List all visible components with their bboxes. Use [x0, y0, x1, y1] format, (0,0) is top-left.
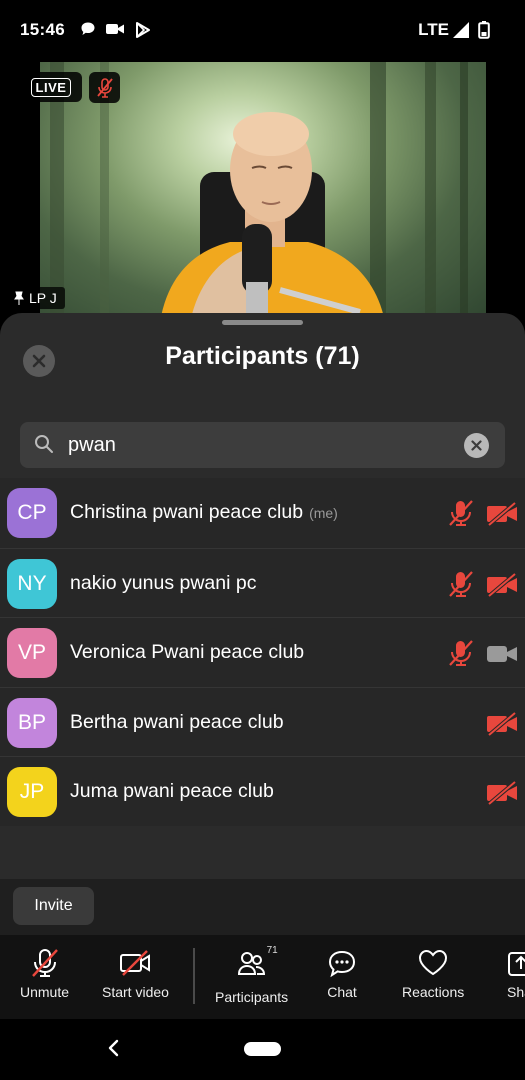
- participant-row[interactable]: CP Christina pwani peace club (me): [0, 478, 525, 548]
- avatar: BP: [7, 697, 57, 748]
- toolbar-divider: [193, 948, 195, 1004]
- me-tag: (me): [309, 505, 338, 521]
- participants-button[interactable]: 71 Participants: [215, 945, 289, 1005]
- speaker-muted-badge: [89, 72, 120, 103]
- share-label: Sha: [507, 984, 525, 1000]
- participant-name: Bertha pwani peace club: [70, 710, 284, 733]
- drag-handle[interactable]: [222, 320, 303, 325]
- mic-off-icon: [449, 500, 473, 526]
- live-badge: LIVE: [20, 72, 82, 102]
- speaker-name: LP J: [29, 290, 57, 306]
- chat-label: Chat: [327, 984, 357, 1000]
- battery-icon: [478, 21, 490, 39]
- mic-off-icon: [449, 570, 473, 597]
- participant-name: Juma pwani peace club: [70, 780, 274, 802]
- participants-icon-wrap: 71: [237, 945, 278, 984]
- participant-row[interactable]: JP Juma pwani peace club: [0, 756, 525, 826]
- system-nav-bar: [0, 1019, 525, 1080]
- mic-off-icon: [96, 77, 113, 98]
- participants-icon: [237, 952, 265, 975]
- participant-name: nakio yunus pwani pc: [70, 571, 257, 594]
- chat-button[interactable]: Chat: [327, 947, 357, 1000]
- participant-row[interactable]: NY nakio yunus pwani pc: [0, 547, 525, 617]
- start-video-label: Start video: [102, 984, 169, 1000]
- network-type: LTE: [418, 20, 449, 39]
- participant-row[interactable]: VP Veronica Pwani peace club: [0, 617, 525, 687]
- signal-icon: [453, 22, 469, 38]
- live-label: LIVE: [30, 77, 72, 97]
- heart-icon: [419, 949, 448, 976]
- video-off-icon: [487, 781, 517, 805]
- sheet-title: Participants (71): [165, 342, 360, 370]
- participant-name-text: Christina pwani peace club: [70, 501, 304, 523]
- video-off-icon: [487, 711, 517, 736]
- video-on-icon: [487, 646, 517, 662]
- video-off-icon: [120, 950, 151, 976]
- clear-search-button[interactable]: [464, 433, 489, 458]
- home-pill[interactable]: [244, 1042, 281, 1056]
- video-off-icon: [487, 572, 517, 597]
- unmute-button[interactable]: Unmute: [20, 947, 69, 1000]
- meeting-toolbar: Unmute Start video 71 Participants Chat: [0, 935, 525, 1019]
- clear-icon: [471, 440, 482, 451]
- start-video-button[interactable]: Start video: [102, 947, 169, 1000]
- reactions-button[interactable]: Reactions: [402, 947, 464, 1000]
- avatar: NY: [7, 558, 57, 609]
- status-bar: 15:46 LTE: [0, 0, 525, 62]
- participants-label: Participants: [215, 989, 289, 1005]
- chat-icon: [328, 950, 356, 978]
- participants-sheet: Participants (71) pwan CP Christina pwan…: [0, 313, 525, 935]
- speaker-name-label: LP J: [7, 287, 65, 309]
- avatar: CP: [7, 488, 57, 538]
- play-store-icon: [136, 22, 150, 38]
- pin-icon: [14, 291, 24, 305]
- chat-bubble-icon: [81, 22, 95, 35]
- video-camera-icon: [106, 24, 124, 34]
- mic-off-icon: [449, 640, 473, 666]
- avatar: JP: [7, 767, 57, 817]
- avatar: VP: [7, 628, 57, 678]
- back-icon[interactable]: [106, 1038, 120, 1058]
- share-icon: [508, 952, 525, 976]
- unmute-label: Unmute: [20, 984, 70, 1000]
- participant-name: Veronica Pwani peace club: [70, 641, 305, 663]
- participant-name: Christina pwani peace club (me): [70, 501, 338, 524]
- participant-list: CP Christina pwani peace club (me) NY nak…: [0, 478, 525, 826]
- search-value: pwan: [68, 434, 116, 456]
- video-off-icon: [487, 502, 517, 526]
- participant-row[interactable]: BP Bertha pwani peace club: [0, 686, 525, 756]
- mic-off-icon: [31, 949, 58, 977]
- invite-bar: Invite: [0, 879, 525, 935]
- participants-count-badge: 71: [266, 945, 278, 956]
- search-icon: [35, 435, 53, 453]
- invite-button[interactable]: Invite: [13, 887, 94, 925]
- reactions-label: Reactions: [402, 984, 465, 1000]
- status-time: 15:46: [20, 20, 65, 39]
- search-input[interactable]: pwan: [20, 422, 505, 468]
- share-button[interactable]: Sha: [507, 947, 525, 1000]
